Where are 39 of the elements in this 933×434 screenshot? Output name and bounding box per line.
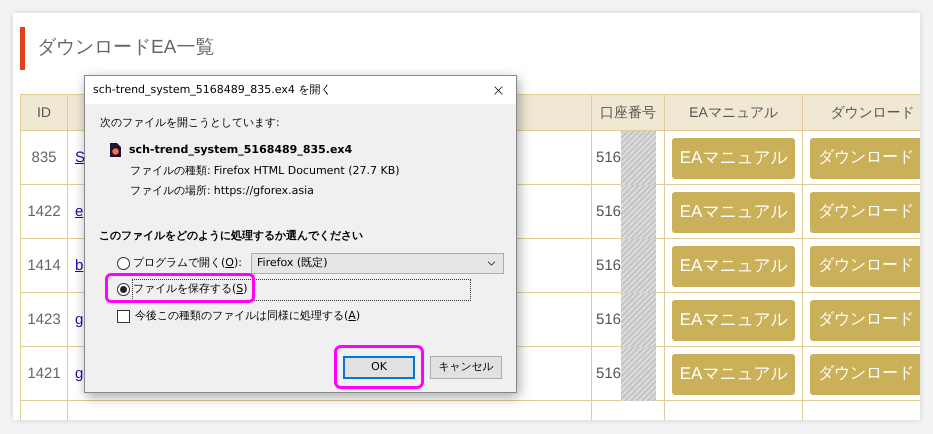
ea-name-link[interactable]: b	[75, 254, 84, 278]
ea-name-link[interactable]: e	[75, 200, 84, 224]
question-text: このファイルをどのように処理するか選んでください	[99, 228, 364, 244]
table-cell: 1422	[20, 185, 68, 239]
account-number: 516	[596, 310, 622, 330]
dialog-button[interactable]: OK	[343, 356, 415, 379]
column-header: EAマニュアル	[689, 103, 778, 122]
table-cell: 835	[20, 131, 68, 185]
ea-name-link[interactable]: S	[75, 146, 86, 170]
detail-label: ファイルの種類:	[130, 163, 211, 179]
detail-value: Firefox HTML Document (27.7 KB)	[214, 163, 400, 179]
option-label[interactable]: ファイルを保存する(S)	[133, 280, 470, 300]
column-header: 口座番号	[600, 103, 656, 122]
intro-text: 次のファイルを開こうとしています:	[100, 115, 281, 131]
column-header: ID	[37, 103, 51, 122]
detail-value: https://gforex.asia	[214, 182, 314, 198]
heading-accent-bar	[20, 27, 25, 70]
ea-name-link[interactable]: g	[75, 362, 84, 386]
checkbox-label[interactable]: 今後この種類のファイルは同様に処理する(A)	[135, 308, 360, 325]
checkbox[interactable]	[117, 310, 130, 323]
table-cell: 1421	[20, 347, 68, 401]
file-name: sch-trend_system_5168489_835.ex4	[129, 142, 352, 158]
page-title: ダウンロードEA一覧	[37, 36, 214, 60]
account-number: 516	[596, 364, 622, 384]
radio-button[interactable]	[117, 257, 130, 270]
dialog-title: sch-trend_system_5168489_835.ex4 を開く	[93, 82, 332, 98]
account-number: 516	[596, 148, 622, 168]
file-icon	[110, 142, 121, 157]
table-cell: 1423	[20, 293, 68, 347]
radio-button[interactable]	[117, 283, 130, 296]
detail-label: ファイルの場所:	[130, 182, 211, 198]
dialog-button[interactable]: キャンセル	[430, 356, 502, 379]
account-number: 516	[596, 256, 622, 276]
program-select[interactable]: Firefox (既定)	[251, 253, 504, 274]
table-cell: 1414	[20, 239, 68, 293]
option-label[interactable]: プログラムで開く(O):	[133, 255, 243, 272]
account-number: 516	[596, 202, 622, 222]
column-header: ダウンロード	[830, 103, 914, 122]
ea-name-link[interactable]: g	[75, 308, 84, 332]
